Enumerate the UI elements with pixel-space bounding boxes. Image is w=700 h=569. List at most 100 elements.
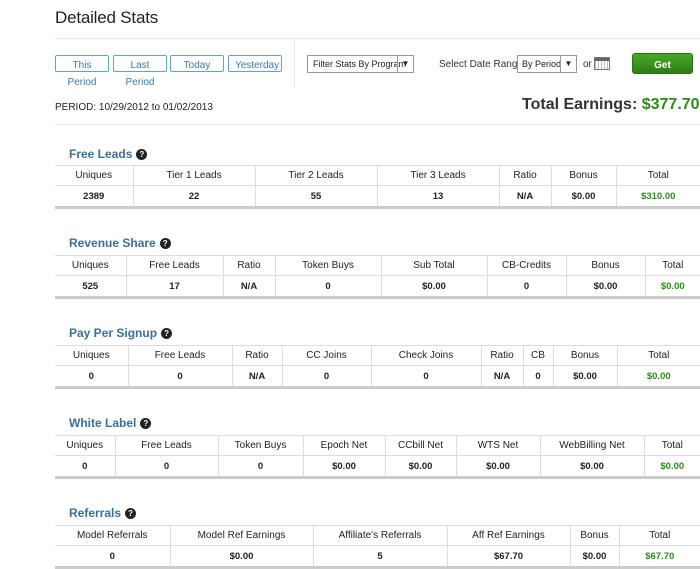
column-header: WTS Net [455, 435, 540, 456]
table-cell: 22 [132, 185, 255, 209]
date-range-select[interactable]: By Period ▼ [517, 55, 577, 73]
table-cell: 0 [281, 365, 371, 389]
page-title: Detailed Stats [55, 8, 159, 27]
column-header: Ratio [498, 165, 551, 186]
last-period-button[interactable]: Last Period [113, 55, 167, 88]
table-cell: 0 [217, 455, 303, 479]
table-cell: $67.70 [618, 545, 700, 569]
help-icon[interactable]: ? [136, 149, 148, 160]
this-period-button[interactable]: This Period [55, 55, 109, 88]
column-header: Bonus [569, 525, 619, 546]
table-cell: $0.00 [539, 455, 644, 479]
referrals-table: Model Referrals Model Ref Earnings Affilia… [55, 525, 700, 569]
filter-program-value: Filter Stats By Program [313, 59, 407, 69]
section-title-referrals: Referrals? [69, 506, 137, 520]
table-cell: 0 [127, 365, 232, 389]
column-header: CC Joins [281, 345, 371, 366]
column-header: Model Referrals [55, 525, 170, 546]
column-header: Uniques [55, 345, 128, 366]
section-title-pay-per-signup: Pay Per Signup? [69, 326, 173, 340]
help-icon[interactable]: ? [140, 418, 152, 429]
table-row: 0 $0.00 5 $67.70 $0.00 $67.70 [55, 545, 700, 569]
table-cell: $0.00 [552, 365, 617, 389]
column-header: Tier 3 Leads [376, 165, 499, 186]
table-cell: 0 [114, 455, 218, 479]
column-header: Uniques [55, 165, 133, 186]
column-header: Tier 2 Leads [254, 165, 377, 186]
table-cell: $310.00 [615, 185, 700, 209]
column-header: Uniques [55, 255, 126, 276]
section-title-revenue-share: Revenue Share? [69, 236, 171, 250]
table-cell: 0 [370, 365, 481, 389]
dropdown-arrow-icon[interactable]: ▼ [560, 56, 576, 72]
section-title-free-leads: Free Leads? [69, 147, 148, 161]
column-header: Check Joins [370, 345, 481, 366]
table-cell: $0.00 [380, 275, 487, 299]
table-header-row: Uniques Free Leads Token Buys Epoch Net CCbi… [55, 435, 700, 456]
table-header-row: Model Referrals Model Ref Earnings Affilia… [55, 525, 700, 546]
column-header: Free Leads [125, 255, 223, 276]
table-cell: 17 [125, 275, 223, 299]
table-cell: $0.00 [616, 365, 700, 389]
divider [55, 38, 700, 39]
total-earnings-value: $377.70 [641, 96, 700, 113]
column-header: Ratio [480, 345, 523, 366]
table-cell: $67.70 [446, 545, 570, 569]
section-title-white-label: White Label? [69, 416, 152, 430]
table-row: 0 0 N/A 0 0 N/A 0 $0.00 $0.00 [55, 365, 700, 389]
pay-per-signup-table: Uniques Free Leads Ratio CC Joins Check Join… [55, 345, 700, 389]
help-icon[interactable]: ? [159, 238, 171, 249]
table-cell: 5 [312, 545, 447, 569]
table-cell: 0 [55, 365, 128, 389]
column-header: Free Leads [127, 345, 232, 366]
filter-program-select[interactable]: Filter Stats By Program ▼ [307, 55, 414, 73]
or-label: or [583, 59, 592, 70]
section-title-label: Free Leads [69, 147, 133, 161]
free-leads-table: Uniques Tier 1 Leads Tier 2 Leads Tier 3 Le… [55, 165, 700, 209]
column-header: Epoch Net [302, 435, 385, 456]
table-row: 525 17 N/A 0 $0.00 0 $0.00 $0.00 [55, 275, 700, 299]
column-header: Aff Ref Earnings [446, 525, 570, 546]
table-cell: $0.00 [169, 545, 313, 569]
calendar-icon[interactable] [594, 57, 610, 70]
column-header: Sub Total [380, 255, 487, 276]
yesterday-button[interactable]: Yesterday [228, 55, 282, 72]
table-cell: $0.00 [565, 275, 645, 299]
column-header: Total [615, 165, 700, 186]
column-header: Affiliate's Referrals [312, 525, 447, 546]
column-header: CB-Credits [486, 255, 566, 276]
table-cell: 2389 [55, 185, 133, 209]
column-header: WebBilling Net [539, 435, 644, 456]
table-cell: 0 [55, 545, 170, 569]
table-cell: 55 [254, 185, 377, 209]
column-header: Bonus [552, 345, 617, 366]
section-title-label: Pay Per Signup [69, 326, 158, 340]
table-header-row: Uniques Free Leads Ratio CC Joins Check Join… [55, 345, 700, 366]
table-cell: 0 [522, 365, 553, 389]
table-cell: 13 [376, 185, 499, 209]
dropdown-arrow-icon[interactable]: ▼ [397, 56, 413, 72]
column-header: Ratio [222, 255, 275, 276]
table-cell: 0 [55, 455, 115, 479]
column-header: CCbill Net [384, 435, 456, 456]
column-header: Free Leads [114, 435, 218, 456]
today-button[interactable]: Today [170, 55, 224, 72]
table-cell: $0.00 [384, 455, 456, 479]
column-header: Uniques [55, 435, 115, 456]
help-icon[interactable]: ? [161, 328, 173, 339]
table-cell: $0.00 [455, 455, 540, 479]
help-icon[interactable]: ? [125, 508, 137, 519]
total-earnings: Total Earnings: $377.70 [522, 96, 700, 114]
column-header: Total [643, 435, 700, 456]
divider [55, 124, 700, 125]
table-cell: 0 [274, 275, 381, 299]
total-earnings-label: Total Earnings: [522, 96, 642, 113]
section-title-label: White Label [69, 416, 137, 430]
column-header: Tier 1 Leads [132, 165, 255, 186]
get-report-button[interactable]: Get Report [632, 53, 693, 92]
table-cell: 0 [486, 275, 566, 299]
column-header: CB [522, 345, 553, 366]
column-header: Token Buys [217, 435, 303, 456]
table-row: 2389 22 55 13 N/A $0.00 $310.00 [55, 185, 700, 209]
column-header: Total [618, 525, 700, 546]
